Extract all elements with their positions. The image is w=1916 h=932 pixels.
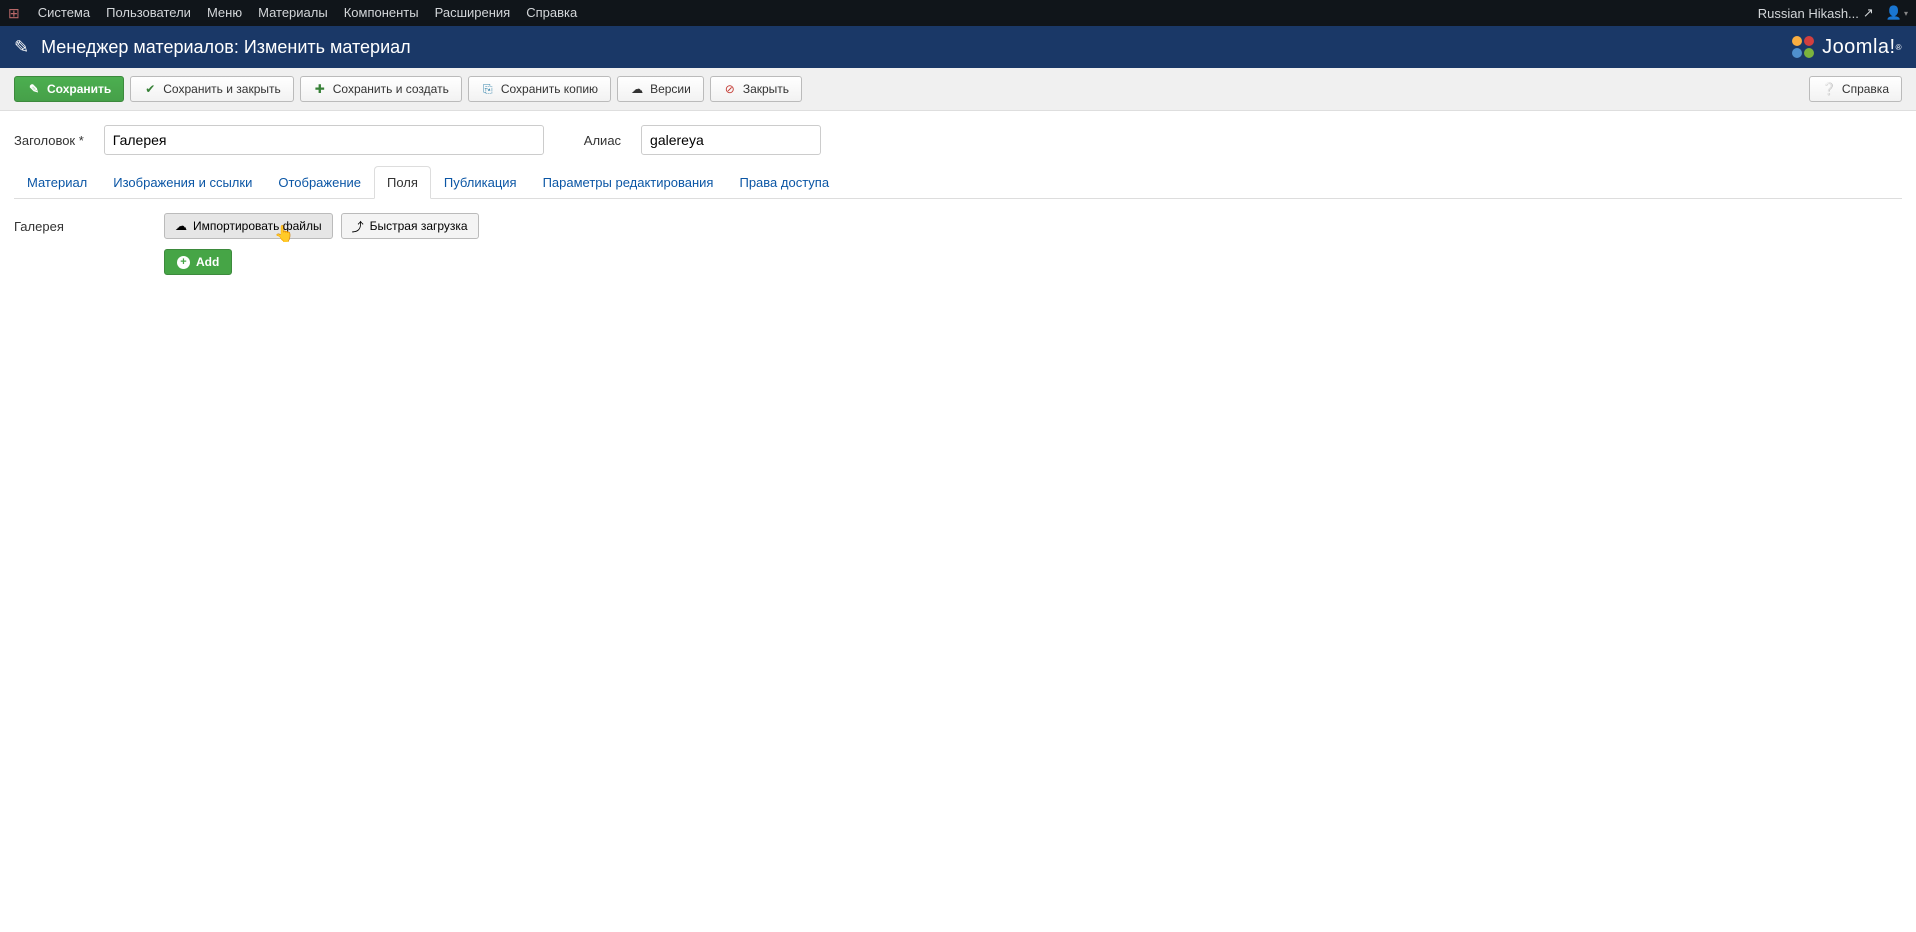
add-label: Add: [196, 255, 219, 269]
menu-components[interactable]: Компоненты: [336, 0, 427, 26]
joomla-logo-text: Joomla!: [1822, 36, 1896, 59]
tab-images-links[interactable]: Изображения и ссылки: [100, 166, 265, 199]
admin-menu-items: Система Пользователи Меню Материалы Комп…: [30, 0, 585, 26]
close-label: Закрыть: [743, 82, 789, 96]
joomla-logo-icon: [1790, 34, 1816, 60]
check-icon: ✔: [143, 82, 157, 96]
question-icon: ❔: [1822, 82, 1836, 96]
cloud-down-icon: ☁: [175, 219, 187, 233]
tabs: Материал Изображения и ссылки Отображени…: [14, 165, 1902, 199]
tab-content[interactable]: Материал: [14, 166, 100, 199]
versions-label: Версии: [650, 82, 691, 96]
title-input[interactable]: [104, 125, 544, 155]
upload-icon: ⤴: [352, 218, 364, 235]
menu-help[interactable]: Справка: [518, 0, 585, 26]
save-close-button[interactable]: ✔ Сохранить и закрыть: [130, 76, 293, 102]
stack-icon: ☁: [630, 82, 644, 96]
fields-tab-content: Галерея ☁ Импортировать файлы ⤴ Быстрая …: [14, 199, 1902, 289]
alias-input[interactable]: [641, 125, 821, 155]
import-files-label: Импортировать файлы: [193, 219, 322, 233]
tab-publishing[interactable]: Публикация: [431, 166, 530, 199]
save-copy-button[interactable]: ⎘ Сохранить копию: [468, 76, 611, 102]
page-title-bar: ✎ Менеджер материалов: Изменить материал…: [0, 26, 1916, 68]
page-title: Менеджер материалов: Изменить материал: [41, 37, 411, 58]
save-label: Сохранить: [47, 82, 111, 96]
plus-icon: ✚: [313, 82, 327, 96]
form-area: Заголовок * Алиас Материал Изображения и…: [0, 111, 1916, 289]
tab-permissions[interactable]: Права доступа: [726, 166, 842, 199]
alias-label: Алиас: [584, 133, 621, 148]
help-button[interactable]: ❔ Справка: [1809, 76, 1902, 102]
gallery-field-controls: ☁ Импортировать файлы ⤴ Быстрая загрузка…: [164, 213, 1902, 275]
versions-button[interactable]: ☁ Версии: [617, 76, 704, 102]
apply-icon: ✎: [27, 82, 41, 96]
toolbar: ✎ Сохранить ✔ Сохранить и закрыть ✚ Сохр…: [0, 68, 1916, 111]
close-button[interactable]: ⊘ Закрыть: [710, 76, 802, 102]
help-label: Справка: [1842, 82, 1889, 96]
user-icon[interactable]: 👤: [1886, 5, 1902, 21]
menu-menus[interactable]: Меню: [199, 0, 250, 26]
menu-extensions[interactable]: Расширения: [427, 0, 519, 26]
title-row: Заголовок * Алиас: [14, 125, 1902, 155]
quick-upload-button[interactable]: ⤴ Быстрая загрузка: [341, 213, 479, 239]
gallery-field-label: Галерея: [14, 213, 164, 275]
cancel-icon: ⊘: [723, 82, 737, 96]
frontend-link-label: Russian Hikash...: [1758, 6, 1859, 21]
pencil-icon: ✎: [14, 37, 29, 58]
external-link-icon: ↗: [1863, 5, 1874, 21]
plus-circle-icon: +: [177, 256, 190, 269]
menu-content[interactable]: Материалы: [250, 0, 336, 26]
menu-system[interactable]: Система: [30, 0, 98, 26]
save-button[interactable]: ✎ Сохранить: [14, 76, 124, 102]
tab-editor-settings[interactable]: Параметры редактирования: [530, 166, 727, 199]
import-files-button[interactable]: ☁ Импортировать файлы: [164, 213, 333, 239]
quick-upload-label: Быстрая загрузка: [370, 219, 468, 233]
save-copy-label: Сохранить копию: [501, 82, 598, 96]
save-new-button[interactable]: ✚ Сохранить и создать: [300, 76, 462, 102]
user-menu-caret-icon[interactable]: ▾: [1904, 9, 1908, 18]
save-close-label: Сохранить и закрыть: [163, 82, 280, 96]
frontend-link[interactable]: Russian Hikash... ↗: [1750, 5, 1882, 21]
save-new-label: Сохранить и создать: [333, 82, 449, 96]
title-label: Заголовок *: [14, 133, 84, 148]
menu-users[interactable]: Пользователи: [98, 0, 199, 26]
add-button[interactable]: + Add: [164, 249, 232, 275]
tab-display[interactable]: Отображение: [265, 166, 374, 199]
admin-menubar: ⊞ Система Пользователи Меню Материалы Ко…: [0, 0, 1916, 26]
joomla-logo: Joomla!®: [1790, 34, 1902, 60]
copy-icon: ⎘: [481, 82, 495, 97]
tab-fields[interactable]: Поля: [374, 166, 431, 199]
joomla-icon: ⊞: [8, 5, 20, 22]
